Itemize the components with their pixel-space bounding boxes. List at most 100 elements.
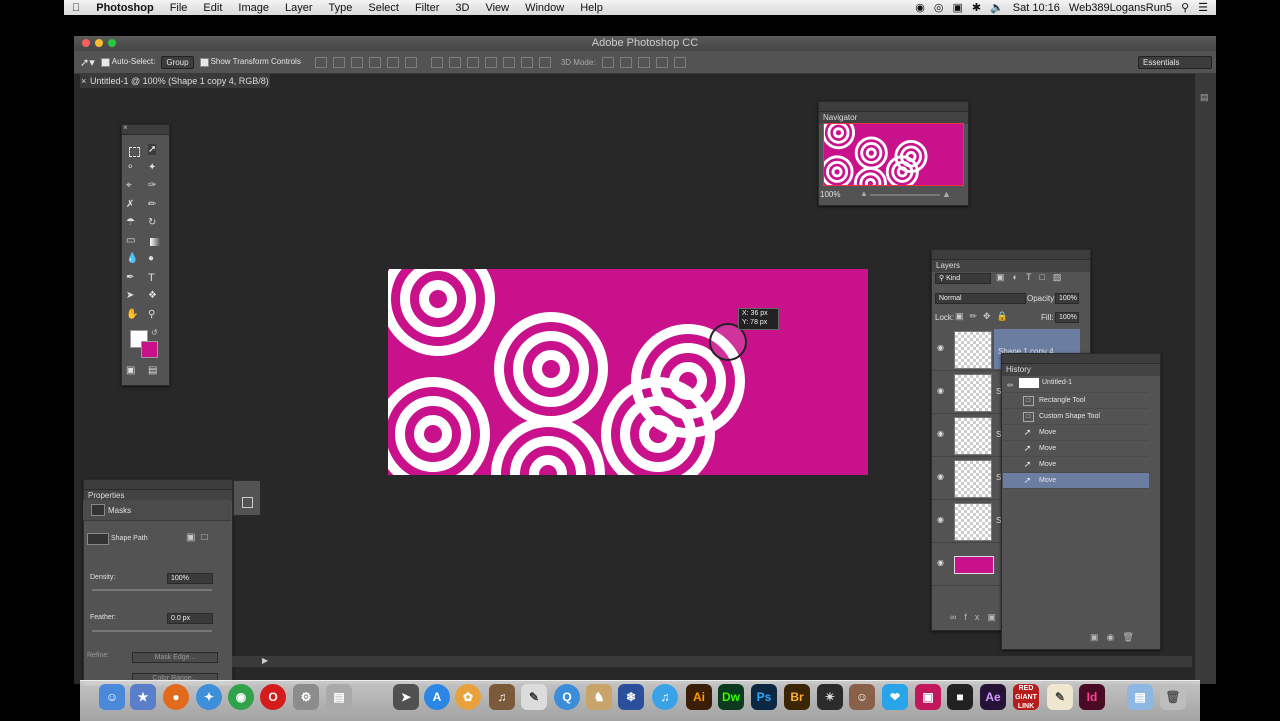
visibility-eye-icon[interactable]: ◉ bbox=[937, 343, 944, 352]
history-item[interactable]: ➚ Move bbox=[1003, 425, 1149, 441]
snowflake-app-icon[interactable]: ❄ bbox=[618, 684, 644, 710]
layer-footer-icons[interactable]: ∞fx▣ bbox=[950, 612, 1004, 623]
layers-tab[interactable]: Layers bbox=[932, 260, 1090, 272]
opera-icon[interactable]: O bbox=[260, 684, 286, 710]
blur-tool-icon[interactable]: 💧 bbox=[126, 253, 138, 264]
properties-panel-header[interactable] bbox=[84, 480, 232, 490]
history-footer-icons[interactable]: ▣◉🗑 bbox=[1090, 632, 1142, 643]
history-brush-icon[interactable]: ↻ bbox=[148, 217, 156, 228]
eraser-icon[interactable]: ▭ bbox=[126, 235, 135, 246]
close-window-button[interactable] bbox=[82, 39, 90, 47]
system-preferences-icon[interactable]: ⚙ bbox=[293, 684, 319, 710]
airplay-icon[interactable]: ▣ bbox=[952, 1, 962, 14]
record-icon[interactable]: ◉ bbox=[915, 1, 925, 14]
visibility-eye-icon[interactable]: ◉ bbox=[937, 429, 944, 438]
zoom-in-icon[interactable]: ▲ bbox=[942, 189, 951, 199]
quick-mask-icon[interactable]: ▣ bbox=[126, 365, 135, 376]
menu-filter[interactable]: Filter bbox=[407, 2, 447, 14]
brush-tool-icon[interactable]: ✏ bbox=[148, 199, 156, 210]
show-transform-checkbox[interactable]: Show Transform Controls bbox=[199, 57, 301, 67]
photo-booth-icon[interactable]: ☺ bbox=[849, 684, 875, 710]
rocket-icon[interactable]: ➤ bbox=[393, 684, 419, 710]
swap-colors-icon[interactable]: ↺ bbox=[151, 328, 158, 337]
pen-tool-icon[interactable]: ✒ bbox=[126, 272, 134, 283]
close-tools-icon[interactable]: × bbox=[123, 123, 128, 132]
navigator-panel-header[interactable] bbox=[819, 102, 968, 112]
distribute-right-icon[interactable] bbox=[520, 56, 533, 68]
move-tool-icon[interactable]: ➚▾ bbox=[80, 56, 95, 69]
menu-layer[interactable]: Layer bbox=[277, 2, 321, 14]
hand-tool-icon[interactable]: ✋ bbox=[126, 309, 138, 320]
path-selection-icon[interactable]: ➤ bbox=[126, 290, 134, 301]
document-tab[interactable]: × Untitled-1 @ 100% (Shape 1 copy 4, RGB… bbox=[80, 74, 270, 100]
align-left-icon[interactable] bbox=[368, 56, 381, 68]
chrome-icon[interactable]: ◉ bbox=[228, 684, 254, 710]
twitter-icon[interactable]: ❤ bbox=[882, 684, 908, 710]
menu-help[interactable]: Help bbox=[572, 2, 611, 14]
align-vcenter-icon[interactable] bbox=[332, 56, 345, 68]
play-icon[interactable]: ▶ bbox=[262, 656, 268, 665]
panel-icon[interactable] bbox=[242, 497, 253, 508]
workspace-dropdown[interactable]: Essentials bbox=[1138, 55, 1212, 69]
navigator-zoom-slider[interactable] bbox=[870, 194, 940, 196]
tools-panel-header[interactable] bbox=[122, 125, 169, 135]
user-name[interactable]: Web389LogansRun5 bbox=[1069, 2, 1172, 14]
layers-panel-header[interactable] bbox=[932, 250, 1090, 260]
firefox-icon[interactable]: ● bbox=[163, 684, 189, 710]
visibility-eye-icon[interactable]: ◉ bbox=[937, 472, 944, 481]
dreamweaver-icon[interactable]: Dw bbox=[718, 684, 744, 710]
align-top-icon[interactable] bbox=[314, 56, 327, 68]
blend-mode-dropdown[interactable]: Normal bbox=[935, 293, 1026, 304]
spotlight-icon[interactable]: ⚲ bbox=[1181, 1, 1189, 14]
background-color-swatch[interactable] bbox=[141, 341, 158, 358]
clock[interactable]: Sat 10:16 bbox=[1013, 2, 1060, 14]
zoom-tool-icon[interactable]: ⚲ bbox=[148, 309, 155, 320]
fill-input[interactable]: 100% bbox=[1055, 312, 1079, 323]
history-item[interactable]: ➚ Move bbox=[1003, 457, 1149, 473]
align-hcenter-icon[interactable] bbox=[386, 56, 399, 68]
align-bottom-icon[interactable] bbox=[350, 56, 363, 68]
auto-select-dropdown[interactable]: Group bbox=[161, 55, 194, 69]
launchpad-icon[interactable]: ★ bbox=[130, 684, 156, 710]
history-item-selected[interactable]: ➚ Move bbox=[1003, 473, 1149, 489]
distribute-bottom-icon[interactable] bbox=[466, 56, 479, 68]
type-tool-icon[interactable]: T bbox=[148, 272, 155, 284]
garageband-icon[interactable]: ♫ bbox=[489, 684, 515, 710]
opacity-input[interactable]: 100% bbox=[1055, 293, 1079, 304]
minimize-window-button[interactable] bbox=[95, 39, 103, 47]
itunes-icon[interactable]: ♫ bbox=[652, 684, 678, 710]
close-tab-icon[interactable]: × bbox=[81, 74, 86, 88]
history-snapshot[interactable]: ✏ Untitled-1 bbox=[1003, 375, 1149, 393]
move-tool-icon[interactable]: ➚ bbox=[148, 144, 157, 155]
menu-3d[interactable]: 3D bbox=[447, 2, 477, 14]
3d-slide-icon[interactable] bbox=[655, 56, 668, 68]
visibility-eye-icon[interactable]: ◉ bbox=[937, 515, 944, 524]
preview-icon[interactable]: ▤ bbox=[326, 684, 352, 710]
dark-app-icon[interactable]: ■ bbox=[947, 684, 973, 710]
menu-file[interactable]: File bbox=[162, 2, 196, 14]
distribute-top-icon[interactable] bbox=[430, 56, 443, 68]
eyedropper-icon[interactable]: ✑ bbox=[148, 180, 156, 191]
visibility-eye-icon[interactable]: ◉ bbox=[937, 558, 944, 567]
downloads-folder-icon[interactable]: ▤ bbox=[1127, 684, 1153, 710]
distribute-left-icon[interactable] bbox=[484, 56, 497, 68]
auto-select-checkbox[interactable]: Auto-Select: bbox=[100, 57, 155, 67]
red-giant-link-icon[interactable]: RED GIANT LINK bbox=[1013, 684, 1039, 710]
menu-type[interactable]: Type bbox=[321, 2, 361, 14]
indesign-icon[interactable]: Id bbox=[1079, 684, 1105, 710]
history-item[interactable]: □ Rectangle Tool bbox=[1003, 393, 1149, 409]
screen-mode-icon[interactable]: ▤ bbox=[148, 365, 157, 376]
mask-edge-button[interactable]: Mask Edge... bbox=[132, 652, 218, 663]
distribute-hcenter-icon[interactable] bbox=[502, 56, 515, 68]
trash-icon[interactable]: 🗑 bbox=[1160, 684, 1186, 710]
cc-icon[interactable]: ◎ bbox=[934, 1, 944, 14]
healing-brush-icon[interactable]: ✗ bbox=[126, 199, 134, 210]
apple-icon[interactable]:  bbox=[64, 2, 88, 14]
menu-select[interactable]: Select bbox=[360, 2, 407, 14]
magic-wand-icon[interactable]: ✦ bbox=[148, 162, 156, 173]
collapse-panels-icon[interactable]: ▤ bbox=[1200, 92, 1212, 104]
gradient-tool-icon[interactable] bbox=[148, 235, 162, 249]
zoom-out-icon[interactable]: ▲ bbox=[860, 189, 868, 198]
crop-tool-icon[interactable]: ⌖ bbox=[126, 180, 132, 191]
visibility-eye-icon[interactable]: ◉ bbox=[937, 386, 944, 395]
